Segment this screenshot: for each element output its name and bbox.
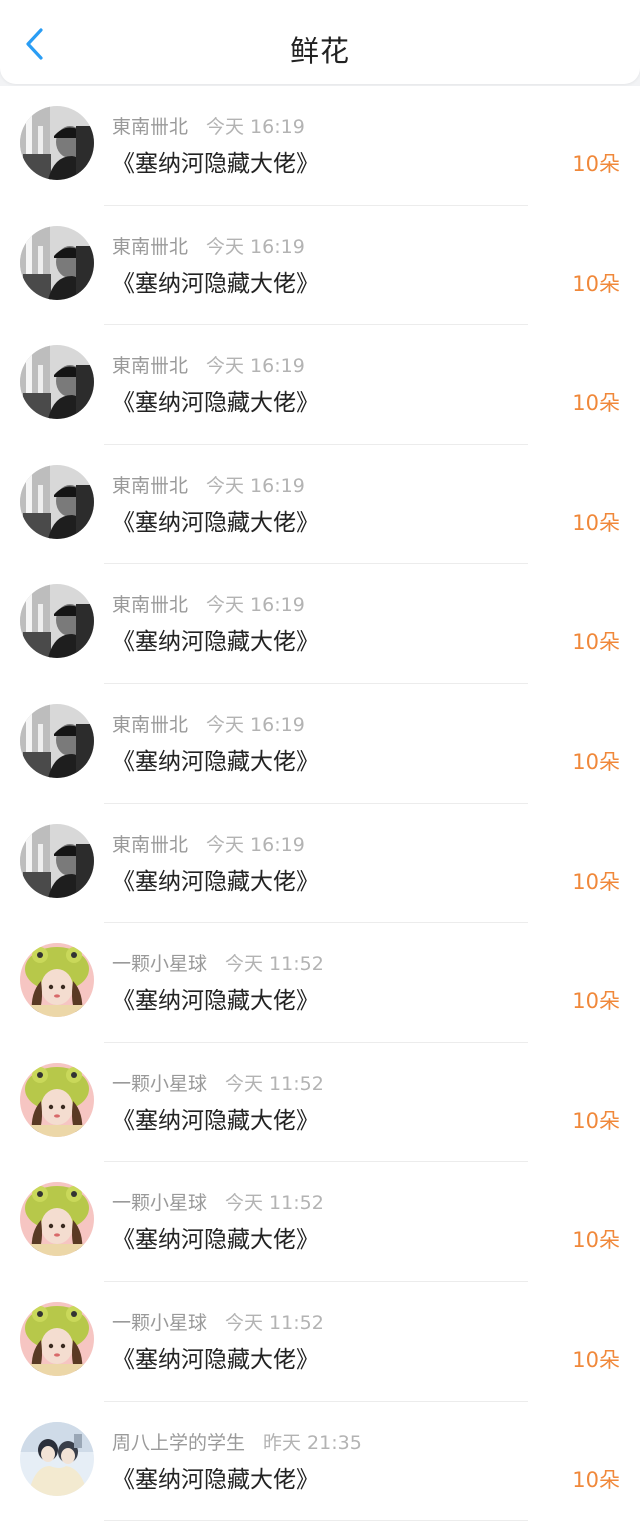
record-meta: 一颗小星球 今天 11:52 (112, 949, 324, 976)
flower-count: 10朵 (572, 271, 620, 296)
timestamp: 今天 16:19 (206, 833, 305, 856)
book-title[interactable]: 《塞纳河隐藏大佬》 (112, 622, 319, 656)
user-name[interactable]: 東南卌北 (112, 594, 188, 616)
record-meta: 東南卌北 今天 16:19 (112, 471, 305, 498)
list-item[interactable]: 東南卌北 今天 16:19 《塞纳河隐藏大佬》 10朵 (0, 325, 640, 445)
timestamp: 今天 16:19 (206, 594, 305, 617)
book-title[interactable]: 《塞纳河隐藏大佬》 (112, 264, 319, 298)
flower-count: 10朵 (572, 391, 620, 416)
user-name[interactable]: 東南卌北 (112, 236, 188, 258)
list-item[interactable]: 東南卌北 今天 16:19 《塞纳河隐藏大佬》 10朵 (0, 206, 640, 326)
book-title[interactable]: 《塞纳河隐藏大佬》 (112, 1340, 319, 1374)
list-item[interactable]: 一颗小星球 今天 11:52 《塞纳河隐藏大佬》 10朵 (0, 1162, 640, 1282)
avatar[interactable] (20, 106, 94, 180)
record-meta: 一颗小星球 今天 11:52 (112, 1069, 324, 1096)
avatar[interactable] (20, 345, 94, 420)
list-item[interactable]: 一颗小星球 今天 11:52 《塞纳河隐藏大佬》 10朵 (0, 1282, 640, 1402)
avatar[interactable] (20, 584, 94, 659)
user-name[interactable]: 一颗小星球 (112, 953, 207, 975)
timestamp: 今天 11:52 (225, 1072, 324, 1095)
top-bar: 鲜花 (0, 0, 640, 84)
record-meta: 周八上学的学生 昨天 21:35 (112, 1428, 362, 1455)
flower-count: 10朵 (572, 630, 620, 655)
record-meta: 東南卌北 今天 16:19 (112, 112, 305, 139)
timestamp: 昨天 21:35 (263, 1431, 362, 1454)
timestamp: 今天 11:52 (225, 1311, 324, 1334)
record-meta: 一颗小星球 今天 11:52 (112, 1308, 324, 1335)
book-title[interactable]: 《塞纳河隐藏大佬》 (112, 144, 319, 178)
user-name[interactable]: 一颗小星球 (112, 1312, 207, 1334)
flower-count: 10朵 (572, 1347, 620, 1372)
list-item[interactable]: 一颗小星球 今天 11:52 《塞纳河隐藏大佬》 10朵 (0, 1043, 640, 1163)
page-title: 鲜花 (289, 34, 350, 68)
avatar[interactable] (20, 943, 94, 1018)
list-item[interactable]: 東南卌北 今天 16:19 《塞纳河隐藏大佬》 10朵 (0, 564, 640, 684)
avatar[interactable] (20, 1421, 94, 1496)
user-name[interactable]: 東南卌北 (112, 834, 188, 856)
flower-count: 10朵 (572, 989, 620, 1014)
book-title[interactable]: 《塞纳河隐藏大佬》 (112, 742, 319, 776)
user-name[interactable]: 一颗小星球 (112, 1192, 207, 1214)
book-title[interactable]: 《塞纳河隐藏大佬》 (112, 1460, 319, 1494)
flower-record-list: 東南卌北 今天 16:19 《塞纳河隐藏大佬》 10朵 東南卌北 今天 16:19 《塞纳… (0, 86, 640, 1534)
book-title[interactable]: 《塞纳河隐藏大佬》 (112, 1101, 319, 1135)
record-meta: 東南卌北 今天 16:19 (112, 232, 305, 259)
flower-count: 10朵 (572, 1228, 620, 1253)
book-title[interactable]: 《塞纳河隐藏大佬》 (112, 1220, 319, 1254)
avatar[interactable] (20, 703, 94, 778)
avatar[interactable] (20, 823, 94, 898)
flower-count: 10朵 (572, 1467, 620, 1492)
list-item[interactable]: 周八上学的学生 昨天 21:35 《塞纳河隐藏大佬》 10朵 (0, 1402, 640, 1522)
timestamp: 今天 16:19 (206, 713, 305, 736)
flower-count: 10朵 (572, 510, 620, 535)
avatar[interactable] (20, 225, 94, 300)
book-title[interactable]: 《塞纳河隐藏大佬》 (112, 383, 319, 417)
list-item[interactable]: 一颗小星球 今天 11:52 《塞纳河隐藏大佬》 10朵 (0, 923, 640, 1043)
timestamp: 今天 11:52 (225, 1192, 324, 1215)
timestamp: 今天 11:52 (225, 953, 324, 976)
avatar[interactable] (20, 1301, 94, 1376)
record-meta: 東南卌北 今天 16:19 (112, 351, 305, 378)
flower-count: 10朵 (572, 869, 620, 894)
list-item[interactable]: 東南卌北 今天 16:19 《塞纳河隐藏大佬》 10朵 (0, 684, 640, 804)
list-item[interactable]: 東南卌北 今天 16:19 《塞纳河隐藏大佬》 10朵 (0, 445, 640, 565)
record-meta: 東南卌北 今天 16:19 (112, 590, 305, 617)
flower-count: 10朵 (572, 1108, 620, 1133)
divider (104, 1520, 528, 1522)
user-name[interactable]: 東南卌北 (112, 475, 188, 497)
timestamp: 今天 16:19 (206, 116, 305, 138)
record-meta: 一颗小星球 今天 11:52 (112, 1188, 324, 1215)
avatar[interactable] (20, 464, 94, 539)
record-meta: 東南卌北 今天 16:19 (112, 710, 305, 737)
avatar[interactable] (20, 1182, 94, 1257)
avatar[interactable] (20, 1062, 94, 1137)
flower-count: 10朵 (572, 749, 620, 774)
book-title[interactable]: 《塞纳河隐藏大佬》 (112, 862, 319, 896)
book-title[interactable]: 《塞纳河隐藏大佬》 (112, 503, 319, 537)
user-name[interactable]: 東南卌北 (112, 714, 188, 736)
list-item[interactable]: 東南卌北 今天 16:19 《塞纳河隐藏大佬》 10朵 (0, 86, 640, 206)
book-title[interactable]: 《塞纳河隐藏大佬》 (112, 981, 319, 1015)
timestamp: 今天 16:19 (206, 474, 305, 497)
user-name[interactable]: 東南卌北 (112, 116, 188, 138)
user-name[interactable]: 周八上学的学生 (112, 1432, 245, 1454)
list-item[interactable]: 東南卌北 今天 16:19 《塞纳河隐藏大佬》 10朵 (0, 804, 640, 924)
timestamp: 今天 16:19 (206, 235, 305, 258)
record-meta: 東南卌北 今天 16:19 (112, 830, 305, 857)
timestamp: 今天 16:19 (206, 355, 305, 378)
user-name[interactable]: 一颗小星球 (112, 1073, 207, 1095)
user-name[interactable]: 東南卌北 (112, 355, 188, 377)
flower-count: 10朵 (572, 152, 620, 176)
